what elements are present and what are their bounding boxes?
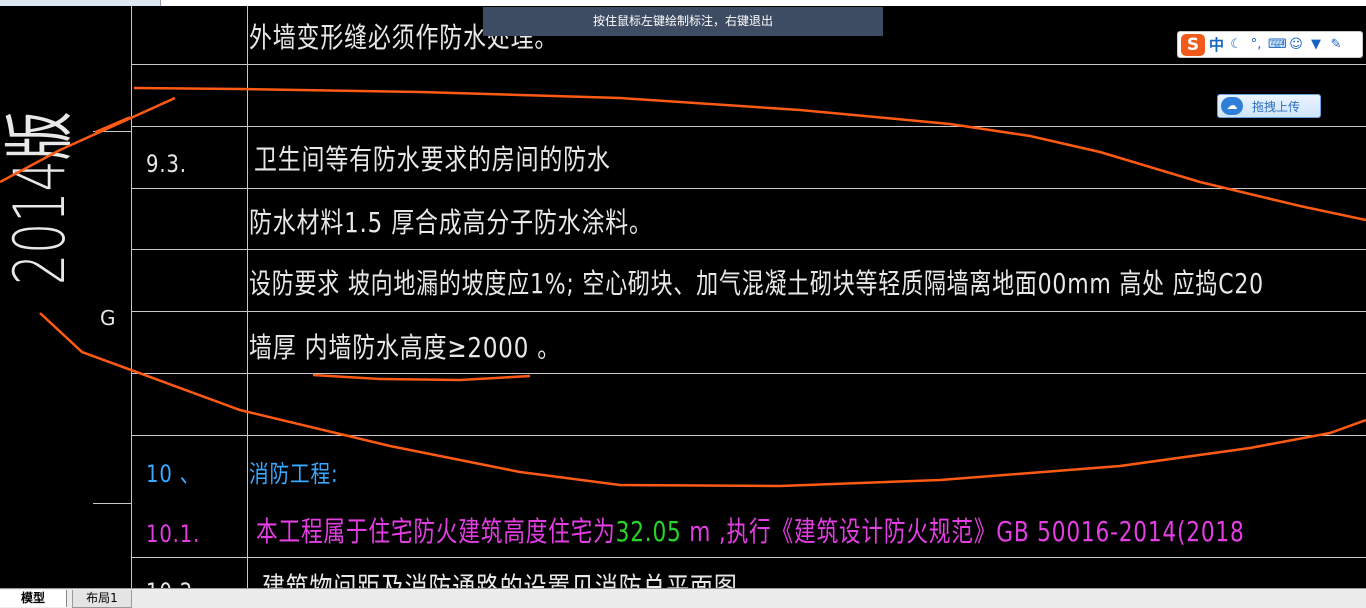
wrench-icon[interactable]: ✎ [1328, 37, 1344, 52]
drag-upload-label: 拖拽上传 [1252, 99, 1301, 114]
tab-layout1[interactable]: 布局1 [72, 590, 132, 608]
punctuation-icon[interactable]: °, [1248, 37, 1264, 52]
annotation-underline [312, 373, 531, 382]
annotation-strokes [0, 86, 1366, 488]
layout-tab-bar: 模型 布局1 [0, 588, 1366, 608]
annotation-stroke-top [133, 86, 1366, 222]
drag-upload-button[interactable]: ☁ 拖拽上传 [1217, 94, 1321, 118]
ime-mode-toggle[interactable]: 中 [1209, 34, 1224, 55]
ime-toolbar[interactable]: S 中 ☾ °, ⌨ ☺ ▼ ✎ [1177, 31, 1363, 58]
keyboard-icon[interactable]: ⌨ [1268, 37, 1287, 52]
user-icon[interactable]: ☺ [1288, 37, 1304, 52]
sogou-logo-icon[interactable]: S [1181, 33, 1205, 56]
shirt-icon[interactable]: ▼ [1308, 37, 1324, 52]
annotation-stroke-diagonal [0, 96, 176, 184]
tab-model[interactable]: 模型 [0, 590, 67, 607]
cloud-icon: ☁ [1221, 97, 1243, 115]
annotation-mode-banner: 按住鼠标左键绘制标注，右键退出 [483, 7, 883, 36]
annotation-stroke-bottom [39, 312, 1366, 488]
annotation-stroke-diagonal-2 [94, 116, 131, 133]
moon-icon[interactable]: ☾ [1228, 37, 1244, 52]
